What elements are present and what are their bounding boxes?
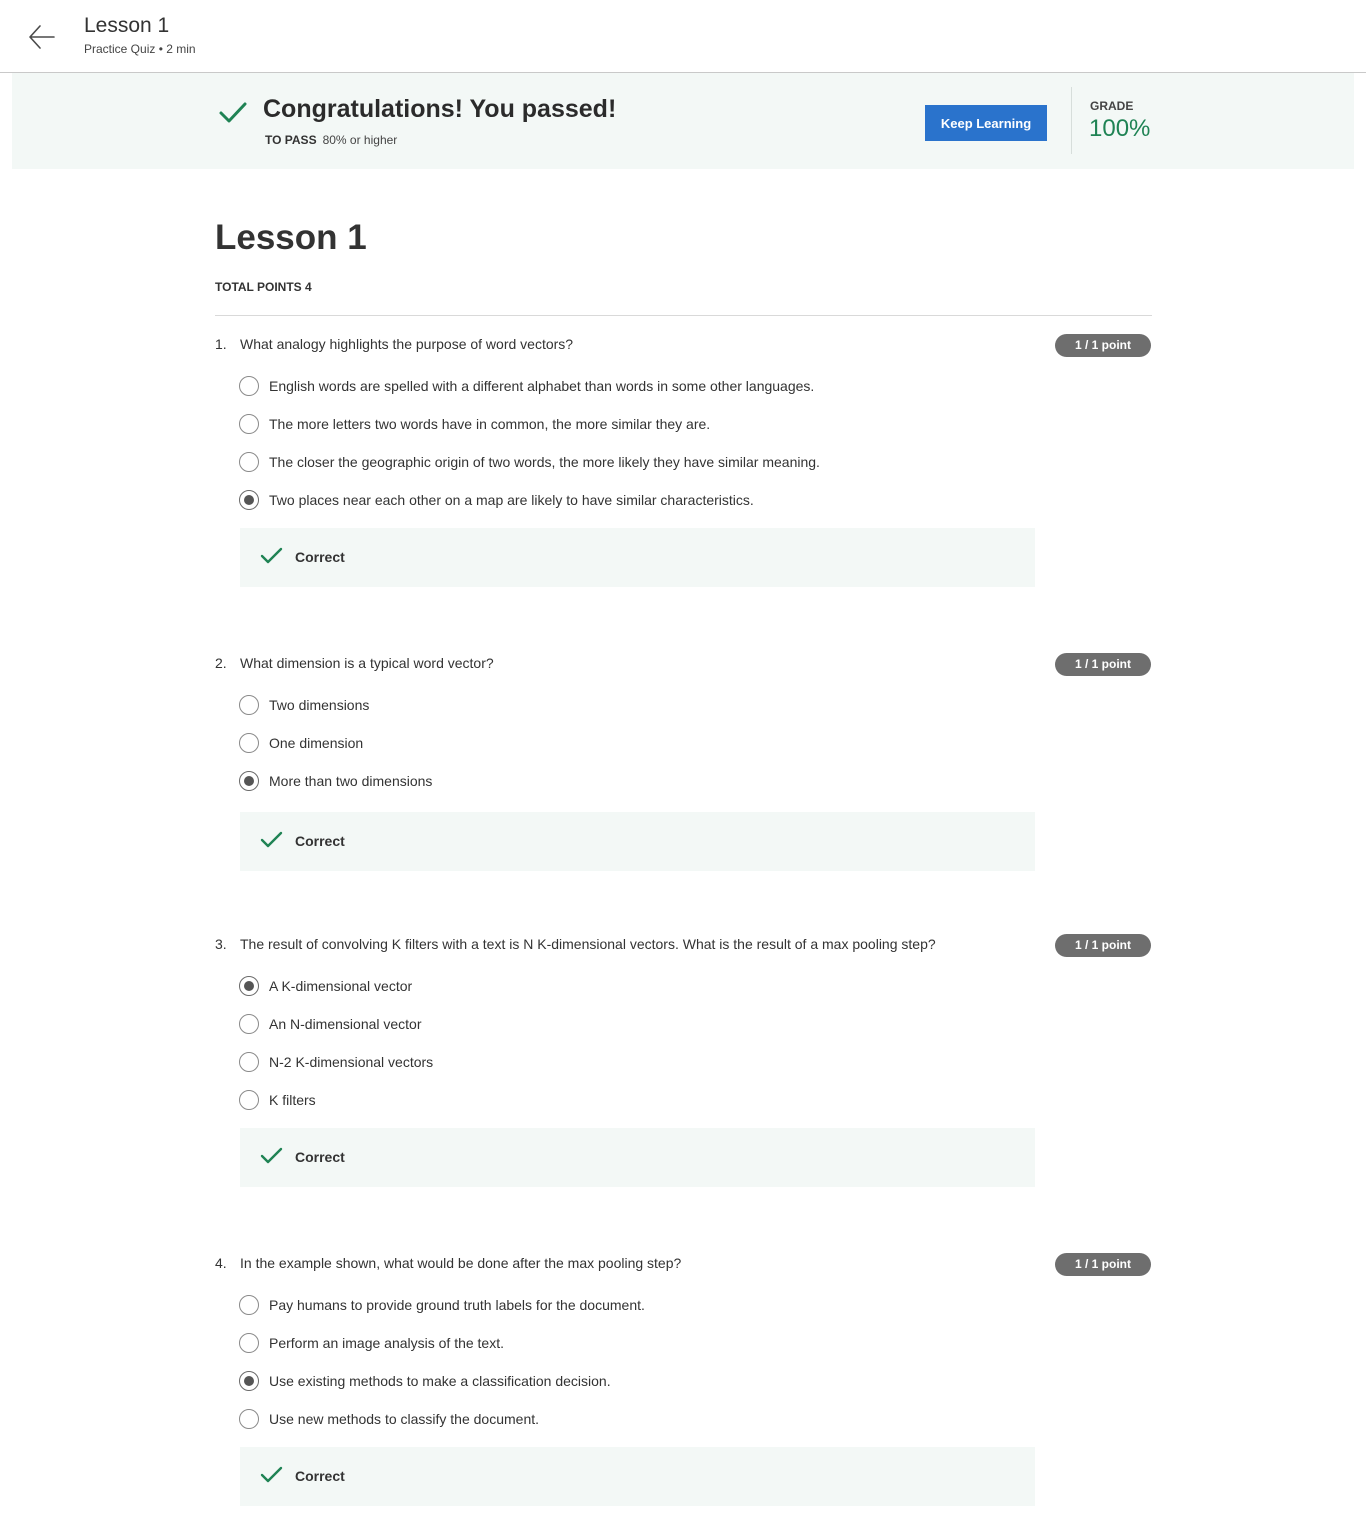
- question-3: 3. The result of convolving K filters wi…: [215, 934, 1152, 1187]
- pass-banner: Congratulations! You passed! TO PASS 80% …: [12, 73, 1354, 169]
- feedback-box: Correct: [240, 528, 1035, 587]
- radio-button[interactable]: [239, 1409, 259, 1429]
- question-text: In the example shown, what would be done…: [240, 1255, 682, 1271]
- radio-button-selected[interactable]: [239, 490, 259, 510]
- arrow-left-icon[interactable]: [26, 22, 58, 52]
- option-label: Two places near each other on a map are …: [269, 492, 754, 508]
- option-label: Use new methods to classify the document…: [269, 1411, 540, 1427]
- feedback-text: Correct: [295, 1468, 345, 1484]
- question-number: 1.: [215, 336, 227, 352]
- checkmark-icon: [218, 100, 248, 126]
- radio-button-selected[interactable]: [239, 1371, 259, 1391]
- option-label: The more letters two words have in commo…: [269, 416, 711, 432]
- question-text: The result of convolving K filters with …: [240, 936, 936, 952]
- pass-requirement: TO PASS 80% or higher: [265, 133, 397, 147]
- option-label: Use existing methods to make a classific…: [269, 1373, 611, 1389]
- question-text: What dimension is a typical word vector?: [240, 655, 494, 671]
- option-label: English words are spelled with a differe…: [269, 378, 815, 394]
- to-pass-label: TO PASS: [265, 133, 317, 147]
- option-label: One dimension: [269, 735, 364, 751]
- option-label: K filters: [269, 1092, 316, 1108]
- header-title: Lesson 1: [84, 14, 170, 37]
- top-bar: Lesson 1 Practice Quiz • 2 min: [0, 0, 1366, 73]
- answer-option[interactable]: An N-dimensional vector: [215, 1014, 1152, 1052]
- radio-button[interactable]: [239, 452, 259, 472]
- radio-button[interactable]: [239, 1052, 259, 1072]
- radio-button[interactable]: [239, 1014, 259, 1034]
- feedback-text: Correct: [295, 833, 345, 849]
- to-pass-value: 80% or higher: [322, 133, 398, 147]
- option-label: A K-dimensional vector: [269, 978, 413, 994]
- radio-button[interactable]: [239, 1295, 259, 1315]
- page-title: Lesson 1: [215, 218, 367, 257]
- answer-option[interactable]: Two dimensions: [215, 695, 1152, 733]
- option-label: The closer the geographic origin of two …: [269, 454, 820, 470]
- radio-button[interactable]: [239, 733, 259, 753]
- radio-button[interactable]: [239, 414, 259, 434]
- feedback-box: Correct: [240, 812, 1035, 871]
- option-label: Pay humans to provide ground truth label…: [269, 1297, 645, 1313]
- radio-button[interactable]: [239, 376, 259, 396]
- answer-option[interactable]: K filters: [215, 1090, 1152, 1128]
- answer-option[interactable]: More than two dimensions: [215, 771, 1152, 809]
- checkmark-icon: [260, 1146, 284, 1166]
- points-badge: 1 / 1 point: [1055, 334, 1151, 357]
- option-label: N-2 K-dimensional vectors: [269, 1054, 434, 1070]
- points-badge: 1 / 1 point: [1055, 1253, 1151, 1276]
- answer-option[interactable]: One dimension: [215, 733, 1152, 771]
- question-2: 2. What dimension is a typical word vect…: [215, 653, 1152, 871]
- grade-value: 100%: [1089, 115, 1151, 142]
- keep-learning-button[interactable]: Keep Learning: [925, 105, 1047, 141]
- question-text: What analogy highlights the purpose of w…: [240, 336, 574, 352]
- answer-option[interactable]: Two places near each other on a map are …: [215, 490, 1152, 528]
- header-subtitle: Practice Quiz • 2 min: [84, 42, 196, 56]
- option-label: More than two dimensions: [269, 773, 433, 789]
- feedback-text: Correct: [295, 1149, 345, 1165]
- answer-option[interactable]: A K-dimensional vector: [215, 976, 1152, 1014]
- feedback-text: Correct: [295, 549, 345, 565]
- answer-option[interactable]: The closer the geographic origin of two …: [215, 452, 1152, 490]
- question-number: 3.: [215, 936, 227, 952]
- question-number: 4.: [215, 1255, 227, 1271]
- checkmark-icon: [260, 546, 284, 566]
- question-number: 2.: [215, 655, 227, 671]
- option-label: Two dimensions: [269, 697, 370, 713]
- feedback-box: Correct: [240, 1128, 1035, 1187]
- checkmark-icon: [260, 1465, 284, 1485]
- total-points: TOTAL POINTS 4: [215, 280, 312, 294]
- question-4: 4. In the example shown, what would be d…: [215, 1253, 1152, 1506]
- radio-button[interactable]: [239, 1333, 259, 1353]
- divider: [215, 315, 1152, 316]
- answer-option[interactable]: Use existing methods to make a classific…: [215, 1371, 1152, 1409]
- points-badge: 1 / 1 point: [1055, 934, 1151, 957]
- answer-option[interactable]: Pay humans to provide ground truth label…: [215, 1295, 1152, 1333]
- grade-label: GRADE: [1090, 99, 1134, 113]
- option-label: Perform an image analysis of the text.: [269, 1335, 504, 1351]
- answer-option[interactable]: Use new methods to classify the document…: [215, 1409, 1152, 1447]
- radio-button[interactable]: [239, 695, 259, 715]
- question-1: 1. What analogy highlights the purpose o…: [215, 334, 1152, 587]
- radio-button-selected[interactable]: [239, 976, 259, 996]
- answer-option[interactable]: English words are spelled with a differe…: [215, 376, 1152, 414]
- answer-option[interactable]: N-2 K-dimensional vectors: [215, 1052, 1152, 1090]
- checkmark-icon: [260, 830, 284, 850]
- radio-button-selected[interactable]: [239, 771, 259, 791]
- pass-headline: Congratulations! You passed!: [263, 95, 617, 123]
- radio-button[interactable]: [239, 1090, 259, 1110]
- points-badge: 1 / 1 point: [1055, 653, 1151, 676]
- answer-option[interactable]: The more letters two words have in commo…: [215, 414, 1152, 452]
- divider: [1071, 87, 1072, 154]
- answer-option[interactable]: Perform an image analysis of the text.: [215, 1333, 1152, 1371]
- feedback-box: Correct: [240, 1447, 1035, 1506]
- option-label: An N-dimensional vector: [269, 1016, 422, 1032]
